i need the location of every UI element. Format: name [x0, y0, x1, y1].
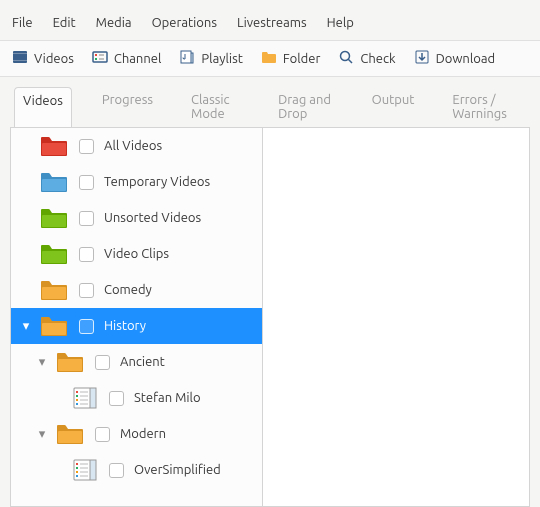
tree-label: Unsorted Videos [104, 211, 262, 225]
tree-row-video-clips[interactable]: Video Clips [11, 236, 262, 272]
expander-icon [51, 463, 65, 477]
tree-label: Ancient [120, 355, 262, 369]
list-icon [71, 386, 99, 410]
checkbox[interactable] [79, 319, 94, 334]
checkbox[interactable] [79, 211, 94, 226]
folder-icon [37, 278, 71, 302]
check-label: Check [360, 52, 395, 66]
menu-operations[interactable]: Operations [152, 16, 217, 30]
menu-livestreams[interactable]: Livestreams [237, 16, 307, 30]
channel-label: Channel [114, 52, 162, 66]
folder-icon [261, 49, 277, 68]
checkbox[interactable] [79, 247, 94, 262]
toolbar: Videos Channel Playlist Folder Check Download [0, 40, 540, 77]
tree-label: Comedy [104, 283, 262, 297]
window-title [0, 0, 540, 10]
channel-icon [92, 49, 108, 68]
expander-icon[interactable]: ▾ [35, 355, 49, 369]
expander-icon [19, 211, 33, 225]
tree-label: Temporary Videos [104, 175, 262, 189]
menu-edit[interactable]: Edit [53, 16, 76, 30]
tab-output[interactable]: Output [364, 87, 423, 127]
checkbox[interactable] [79, 175, 94, 190]
menu-help[interactable]: Help [327, 16, 354, 30]
checkbox[interactable] [95, 355, 110, 370]
playlist-label: Playlist [201, 52, 242, 66]
checkbox[interactable] [95, 427, 110, 442]
tree-row-all-videos[interactable]: All Videos [11, 128, 262, 164]
tab-videos[interactable]: Videos [14, 87, 72, 127]
main-panes: All Videos Temporary Videos Unsorted Video… [10, 127, 530, 507]
tab-drag-and-drop[interactable]: Drag and Drop [270, 87, 342, 127]
folder-icon [53, 422, 87, 446]
tree-label: OverSimplified [134, 463, 262, 477]
tree-row-oversimplified[interactable]: OverSimplified [11, 452, 262, 488]
tree-label: History [104, 319, 262, 333]
videos-icon [12, 49, 28, 68]
expander-icon [19, 247, 33, 261]
menubar: File Edit Media Operations Livestreams Help [0, 10, 540, 40]
folder-icon [53, 350, 87, 374]
tab-strip: Videos Progress Classic Mode Drag and Drop O… [0, 77, 540, 127]
folder-icon [37, 134, 71, 158]
expander-icon[interactable]: ▾ [35, 427, 49, 441]
check-icon [338, 49, 354, 68]
menu-media[interactable]: Media [96, 16, 132, 30]
tab-progress[interactable]: Progress [94, 87, 161, 127]
checkbox[interactable] [109, 463, 124, 478]
folder-icon [37, 170, 71, 194]
folder-icon [37, 314, 71, 338]
tree-row-temporary-videos[interactable]: Temporary Videos [11, 164, 262, 200]
folder-tree[interactable]: All Videos Temporary Videos Unsorted Video… [11, 128, 263, 506]
tree-row-history[interactable]: ▾ History [11, 308, 262, 344]
tab-classic-mode[interactable]: Classic Mode [183, 87, 248, 127]
expander-icon[interactable]: ▾ [19, 319, 33, 333]
channel-button[interactable]: Channel [92, 49, 162, 68]
videos-button[interactable]: Videos [12, 49, 74, 68]
download-icon [414, 49, 430, 68]
folder-label: Folder [283, 52, 321, 66]
download-label: Download [436, 52, 496, 66]
videos-label: Videos [34, 52, 74, 66]
expander-icon [19, 139, 33, 153]
check-button[interactable]: Check [338, 49, 395, 68]
checkbox[interactable] [79, 139, 94, 154]
folder-icon [37, 242, 71, 266]
menu-file[interactable]: File [12, 16, 33, 30]
checkbox[interactable] [109, 391, 124, 406]
tree-label: Stefan Milo [134, 391, 262, 405]
content-pane [263, 128, 529, 506]
tab-errors-warnings[interactable]: Errors / Warnings [444, 87, 526, 127]
playlist-button[interactable]: Playlist [179, 49, 242, 68]
folder-icon [37, 206, 71, 230]
playlist-icon [179, 49, 195, 68]
expander-icon [51, 391, 65, 405]
folder-button[interactable]: Folder [261, 49, 321, 68]
list-icon [71, 458, 99, 482]
tree-label: Video Clips [104, 247, 262, 261]
download-button[interactable]: Download [414, 49, 496, 68]
tree-row-modern[interactable]: ▾ Modern [11, 416, 262, 452]
expander-icon [19, 175, 33, 189]
tree-row-comedy[interactable]: Comedy [11, 272, 262, 308]
expander-icon [19, 283, 33, 297]
tree-row-ancient[interactable]: ▾ Ancient [11, 344, 262, 380]
tree-label: All Videos [104, 139, 262, 153]
tree-label: Modern [120, 427, 262, 441]
tree-row-unsorted-videos[interactable]: Unsorted Videos [11, 200, 262, 236]
tree-row-stefan-milo[interactable]: Stefan Milo [11, 380, 262, 416]
checkbox[interactable] [79, 283, 94, 298]
